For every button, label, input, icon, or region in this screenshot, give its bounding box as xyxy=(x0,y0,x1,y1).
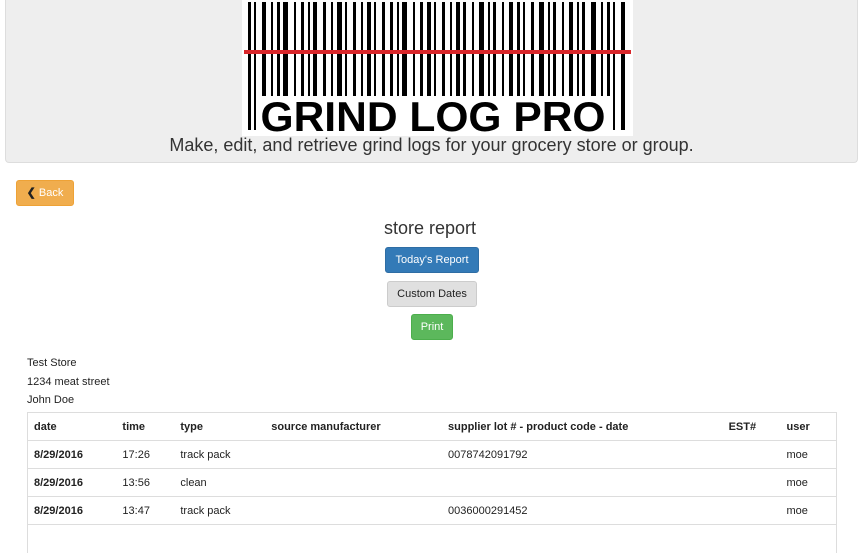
cell-date xyxy=(27,524,117,553)
cell-date: 8/29/2016 xyxy=(27,468,117,497)
cell-est xyxy=(722,524,781,553)
barcode-bar xyxy=(248,2,251,130)
cell-time xyxy=(116,524,175,553)
cell-user: moe xyxy=(780,468,837,497)
cell-source-manufacturer xyxy=(265,468,443,497)
todays-report-button[interactable]: Today's Report xyxy=(385,247,479,273)
cell-supplier-lot: 0036000291452 xyxy=(442,496,723,525)
back-label: Back xyxy=(38,187,64,199)
cell-date: 8/29/2016 xyxy=(27,440,117,469)
cell-source-manufacturer xyxy=(265,496,443,525)
cell-est xyxy=(722,468,781,497)
column-header-user: user xyxy=(780,412,837,441)
cell-type: clean xyxy=(174,468,266,497)
table-row: 8/29/2016 13:56 clean moe xyxy=(27,468,837,497)
tagline: Make, edit, and retrieve grind logs for … xyxy=(169,135,694,155)
laser-line xyxy=(244,50,631,54)
barcode-bar xyxy=(613,2,615,130)
column-header-date: date xyxy=(27,412,117,441)
store-info: Test Store 1234 meat street John Doe xyxy=(27,354,110,410)
page-title: store report xyxy=(383,218,477,238)
cell-supplier-lot xyxy=(442,468,723,497)
chevron-left-icon: ❮ xyxy=(26,187,36,199)
column-header-source-manufacturer: source manufacturer xyxy=(265,412,443,441)
table-row xyxy=(27,524,837,553)
table-header-row: date time type source manufacturer suppl… xyxy=(27,412,837,441)
grind-log-table: date time type source manufacturer suppl… xyxy=(27,412,837,553)
cell-source-manufacturer xyxy=(265,440,443,469)
table-row: 8/29/2016 13:47 track pack 0036000291452… xyxy=(27,496,837,525)
barcode-bar xyxy=(621,2,625,130)
back-button[interactable]: ❮ Back xyxy=(16,180,74,206)
column-header-est: EST# xyxy=(722,412,781,441)
cell-type xyxy=(174,524,266,553)
store-name: Test Store xyxy=(27,357,77,369)
header-banner: GRIND LOG PRO Make, edit, and retrieve g… xyxy=(5,0,858,163)
cell-time: 13:47 xyxy=(116,496,175,525)
store-contact: John Doe xyxy=(27,394,75,406)
cell-est xyxy=(722,440,781,469)
cell-user: moe xyxy=(780,496,837,525)
cell-est xyxy=(722,496,781,525)
cell-type: track pack xyxy=(174,440,266,469)
custom-dates-button[interactable]: Custom Dates xyxy=(387,281,477,307)
barcode-logo-graphic: GRIND LOG PRO xyxy=(244,2,631,136)
cell-source-manufacturer xyxy=(265,524,443,553)
barcode-bar xyxy=(254,2,256,130)
cell-user: moe xyxy=(780,440,837,469)
cell-time: 13:56 xyxy=(116,468,175,497)
cell-supplier-lot: 0078742091792 xyxy=(442,440,723,469)
cell-date: 8/29/2016 xyxy=(27,496,117,525)
cell-user xyxy=(780,524,837,553)
cell-type: track pack xyxy=(174,496,266,525)
cell-supplier-lot xyxy=(442,524,723,553)
logo-text: GRIND LOG PRO xyxy=(261,93,606,136)
grind-log-pro-logo: GRIND LOG PRO xyxy=(242,0,633,136)
store-address: 1234 meat street xyxy=(27,375,110,388)
column-header-supplier-lot: supplier lot # - product code - date xyxy=(442,412,723,441)
cell-time: 17:26 xyxy=(116,440,175,469)
column-header-time: time xyxy=(116,412,175,441)
column-header-type: type xyxy=(174,412,266,441)
table-row: 8/29/2016 17:26 track pack 0078742091792… xyxy=(27,440,837,469)
print-button[interactable]: Print xyxy=(411,314,453,340)
